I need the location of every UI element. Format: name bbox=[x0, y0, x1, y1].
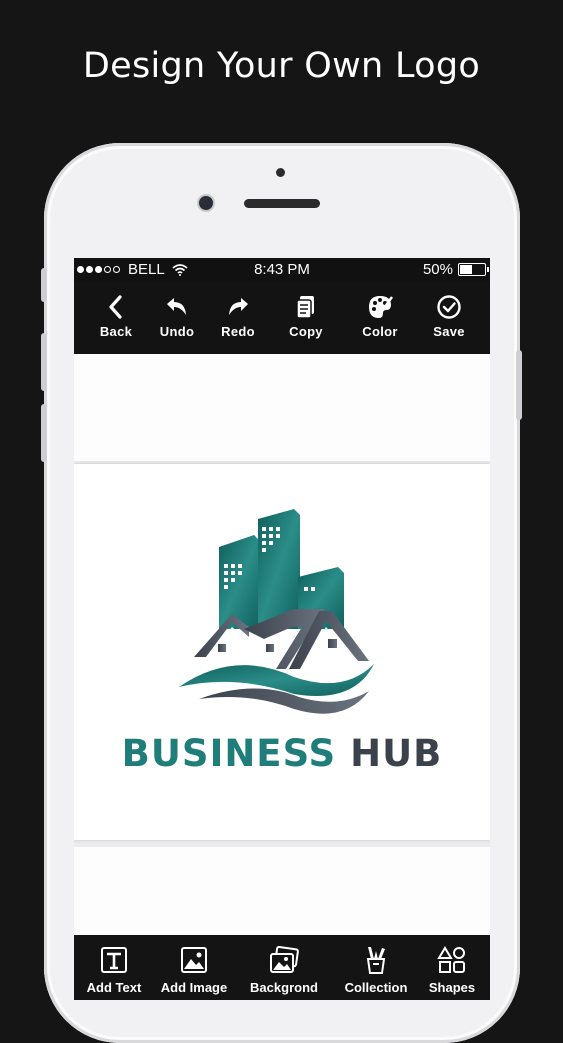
phone-volume-down bbox=[41, 404, 47, 462]
battery-percent: 50% bbox=[422, 261, 453, 278]
save-button[interactable]: Save bbox=[419, 282, 479, 354]
back-label: Back bbox=[99, 324, 133, 339]
brush-cup-icon bbox=[366, 947, 386, 974]
palette-icon bbox=[369, 296, 393, 318]
top-toolbar: Back Undo Redo Copy Color Save bbox=[74, 282, 490, 354]
check-circle-icon bbox=[437, 295, 461, 319]
business-hub-logo-graphic bbox=[179, 509, 374, 714]
brand-word-business: BUSINESS bbox=[121, 732, 337, 775]
front-camera bbox=[199, 196, 213, 210]
add-text-label: Add Text bbox=[86, 980, 142, 995]
canvas-area-top bbox=[74, 354, 490, 461]
add-image-button[interactable]: Add Image bbox=[150, 935, 238, 1000]
app-screen: BELL 8:43 PM 50% Back Undo Redo Copy Col… bbox=[74, 258, 490, 1000]
save-label: Save bbox=[433, 324, 465, 339]
copy-icon bbox=[296, 296, 314, 319]
background-label: Backgrond bbox=[250, 980, 318, 995]
collection-label: Collection bbox=[344, 980, 408, 995]
canvas-area-bottom bbox=[74, 847, 490, 935]
status-bar: BELL 8:43 PM 50% bbox=[74, 258, 490, 282]
shapes-icon bbox=[437, 946, 465, 973]
phone-speaker bbox=[244, 199, 320, 208]
phone-power-button bbox=[516, 350, 522, 420]
add-text-button[interactable]: Add Text bbox=[74, 935, 158, 1000]
phone-side-button bbox=[41, 268, 47, 302]
brand-word-hub: HUB bbox=[350, 732, 443, 775]
image-icon bbox=[181, 947, 207, 973]
battery-status: 50% bbox=[422, 261, 489, 278]
text-tool-icon bbox=[101, 947, 127, 973]
shapes-button[interactable]: Shapes bbox=[408, 935, 490, 1000]
undo-icon bbox=[167, 298, 186, 315]
collection-button[interactable]: Collection bbox=[332, 935, 420, 1000]
logo-canvas[interactable]: BUSINESS HUB bbox=[74, 464, 490, 840]
undo-label: Undo bbox=[159, 324, 195, 339]
promo-headline: Design Your Own Logo bbox=[82, 46, 481, 86]
shapes-label: Shapes bbox=[428, 980, 476, 995]
bottom-toolbar: Add Text Add Image Backgrond Collection … bbox=[74, 935, 490, 1000]
copy-button[interactable]: Copy bbox=[276, 282, 336, 354]
copy-label: Copy bbox=[289, 324, 323, 339]
redo-button[interactable]: Redo bbox=[208, 282, 268, 354]
redo-label: Redo bbox=[221, 324, 255, 339]
background-button[interactable]: Backgrond bbox=[240, 935, 328, 1000]
phone-volume-up bbox=[41, 333, 47, 391]
phone-sensor bbox=[276, 168, 285, 177]
undo-button[interactable]: Undo bbox=[147, 282, 207, 354]
battery-icon bbox=[458, 263, 489, 276]
color-label: Color bbox=[362, 324, 398, 339]
redo-icon bbox=[229, 298, 248, 315]
back-button[interactable]: Back bbox=[86, 282, 146, 354]
add-image-label: Add Image bbox=[160, 980, 228, 995]
back-arrow-icon bbox=[109, 295, 122, 319]
background-photos-icon bbox=[270, 945, 299, 973]
logo-brand-text[interactable]: BUSINESS HUB bbox=[74, 732, 490, 775]
color-button[interactable]: Color bbox=[350, 282, 410, 354]
